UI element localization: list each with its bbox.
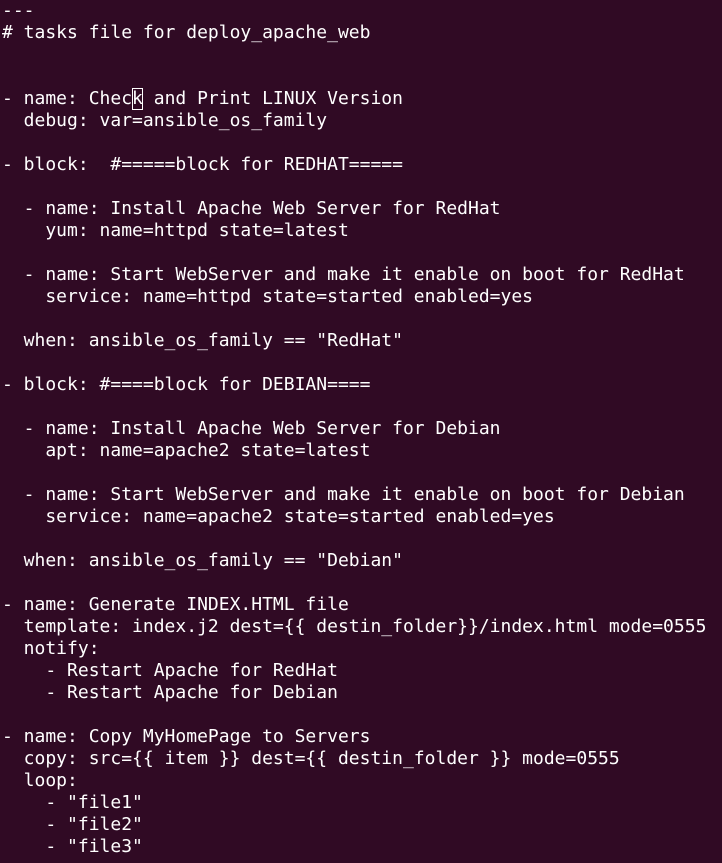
editor-line[interactable]: [2, 44, 706, 66]
editor-line[interactable]: loop:: [2, 770, 706, 792]
editor-line[interactable]: ---: [2, 0, 706, 22]
editor-line[interactable]: - name: Generate INDEX.HTML file: [2, 594, 706, 616]
editor-line[interactable]: [2, 704, 706, 726]
editor-line[interactable]: - Restart Apache for RedHat: [2, 660, 706, 682]
editor-line[interactable]: [2, 242, 706, 264]
terminal-window[interactable]: --- # tasks file for deploy_apache_web - n…: [0, 0, 722, 863]
editor-line[interactable]: yum: name=httpd state=latest: [2, 220, 706, 242]
editor-line[interactable]: [2, 396, 706, 418]
editor-line[interactable]: copy: src={{ item }} dest={{ destin_fold…: [2, 748, 706, 770]
editor-line[interactable]: - Restart Apache for Debian: [2, 682, 706, 704]
editor-line[interactable]: - name: Install Apache Web Server for Re…: [2, 198, 706, 220]
editor-line[interactable]: [2, 462, 706, 484]
editor-line[interactable]: # tasks file for deploy_apache_web: [2, 22, 706, 44]
editor-line[interactable]: notify:: [2, 638, 706, 660]
editor-line[interactable]: when: ansible_os_family == "Debian": [2, 550, 706, 572]
editor-line[interactable]: - name: Start WebServer and make it enab…: [2, 484, 706, 506]
editor-line[interactable]: - "file3": [2, 836, 706, 858]
editor-line[interactable]: [2, 528, 706, 550]
editor-line[interactable]: - "file2": [2, 814, 706, 836]
editor-line[interactable]: - name: Check and Print LINUX Version: [2, 88, 706, 110]
editor-line[interactable]: [2, 308, 706, 330]
editor-line[interactable]: service: name=apache2 state=started enab…: [2, 506, 706, 528]
editor-line[interactable]: [2, 176, 706, 198]
editor-line[interactable]: - name: Install Apache Web Server for De…: [2, 418, 706, 440]
editor-line[interactable]: apt: name=apache2 state=latest: [2, 440, 706, 462]
editor-line[interactable]: debug: var=ansible_os_family: [2, 110, 706, 132]
editor-line[interactable]: - name: Start WebServer and make it enab…: [2, 264, 706, 286]
editor-line[interactable]: service: name=httpd state=started enable…: [2, 286, 706, 308]
editor-line[interactable]: - name: Copy MyHomePage to Servers: [2, 726, 706, 748]
editor-line[interactable]: [2, 352, 706, 374]
text-editor[interactable]: --- # tasks file for deploy_apache_web - n…: [2, 0, 706, 858]
editor-line[interactable]: - block: #=====block for REDHAT=====: [2, 154, 706, 176]
line-text-after-cursor: and Print LINUX Version: [142, 88, 403, 109]
editor-line[interactable]: - block: #====block for DEBIAN====: [2, 374, 706, 396]
editor-line[interactable]: [2, 572, 706, 594]
editor-line[interactable]: when: ansible_os_family == "RedHat": [2, 330, 706, 352]
editor-line[interactable]: template: index.j2 dest={{ destin_folder…: [2, 616, 707, 638]
line-text-before-cursor: - name: Chec: [2, 88, 133, 109]
editor-line[interactable]: [2, 132, 706, 154]
text-cursor: k: [132, 88, 143, 110]
editor-line[interactable]: [2, 66, 706, 88]
editor-line[interactable]: - "file1": [2, 792, 706, 814]
